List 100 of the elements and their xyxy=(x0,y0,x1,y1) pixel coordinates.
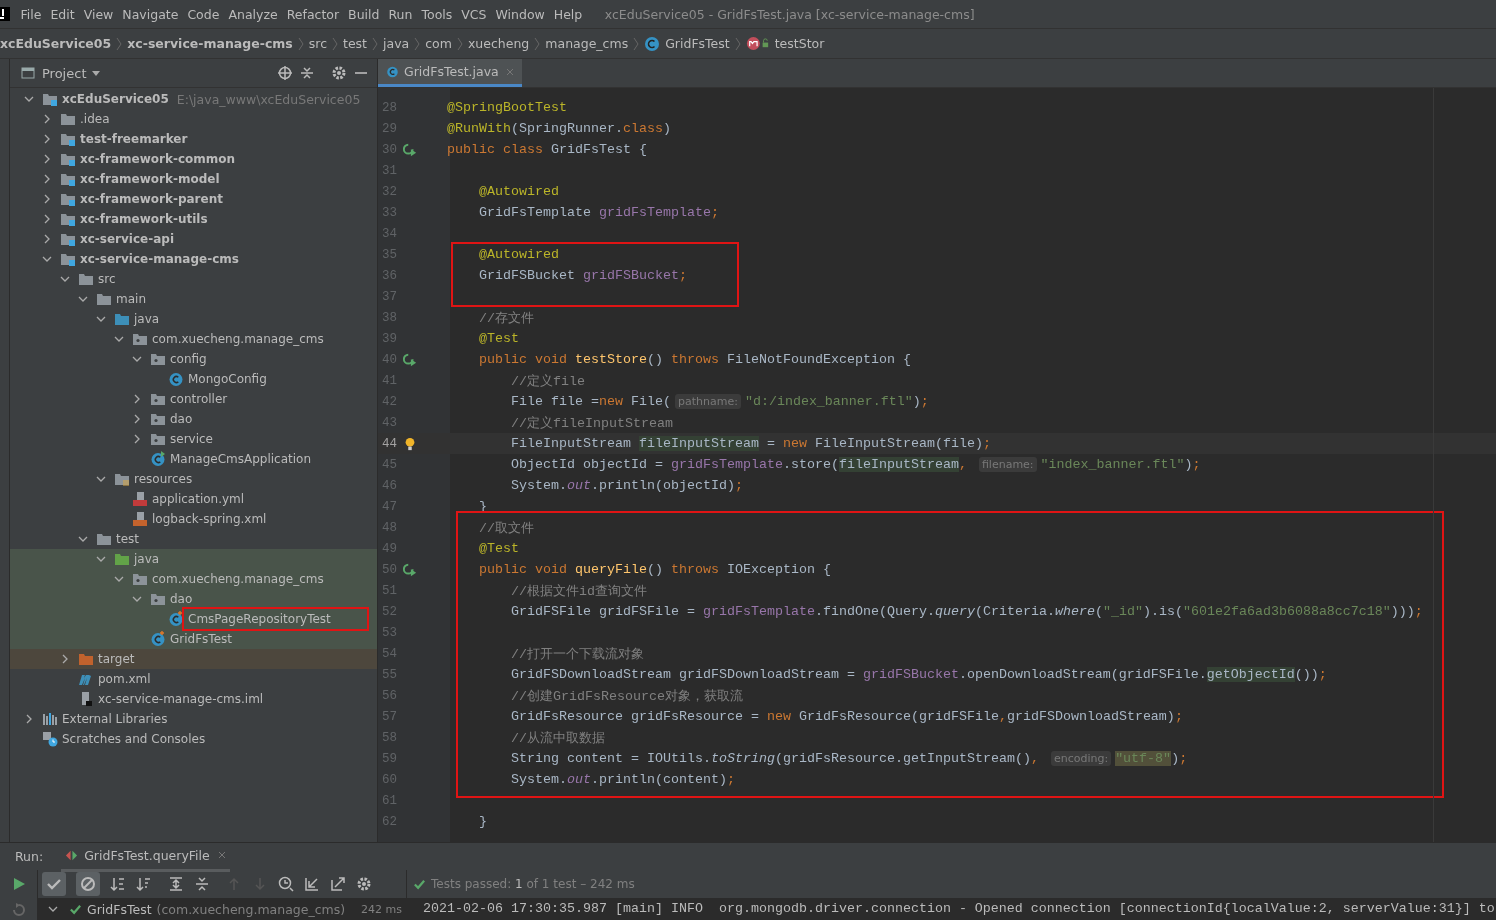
menu-item[interactable]: Help xyxy=(549,6,587,22)
tree-item[interactable]: application.yml xyxy=(150,491,247,507)
chevron-icon[interactable] xyxy=(24,94,34,104)
lightbulb-icon[interactable] xyxy=(403,436,417,451)
chevron-icon[interactable] xyxy=(60,654,70,664)
tree-item[interactable]: target xyxy=(96,651,137,667)
chevron-icon[interactable] xyxy=(132,414,142,424)
chevron-icon[interactable] xyxy=(114,574,124,584)
breadcrumb-item[interactable]: GridFsTest xyxy=(665,36,730,51)
chevron-icon[interactable] xyxy=(60,274,70,284)
tree-item[interactable]: test-freemarker xyxy=(78,131,190,147)
chevron-icon[interactable] xyxy=(114,334,124,344)
test-result[interactable]: GridFsTest xyxy=(87,901,152,917)
chevron-icon[interactable] xyxy=(96,314,106,324)
breadcrumb-item[interactable]: xuecheng xyxy=(467,36,530,51)
chevron-icon[interactable] xyxy=(42,154,52,164)
export-icon[interactable] xyxy=(330,876,346,892)
tree-item[interactable]: ManageCmsApplication xyxy=(168,451,314,467)
tree-item[interactable]: xc-service-api xyxy=(78,231,176,247)
tree-item[interactable]: main xyxy=(114,291,148,307)
sort-alpha-icon[interactable] xyxy=(110,876,126,892)
tree-item[interactable]: GridFsTest xyxy=(168,631,234,647)
chevron-icon[interactable] xyxy=(78,294,88,304)
collapse-icon[interactable] xyxy=(299,65,315,81)
menu-item[interactable]: Edit xyxy=(45,6,80,22)
tree-item[interactable]: config xyxy=(168,351,209,367)
tree-item[interactable]: logback-spring.xml xyxy=(150,511,269,527)
tree-item[interactable]: MongoConfig xyxy=(186,371,269,387)
tree-item[interactable]: .idea xyxy=(78,111,112,127)
menu-item[interactable]: Analyze xyxy=(223,6,283,22)
menu-item[interactable]: Tools xyxy=(416,6,457,22)
tree-item[interactable]: pom.xml xyxy=(96,671,153,687)
collapse-all-icon[interactable] xyxy=(194,876,210,892)
tree-item[interactable]: service xyxy=(168,431,215,447)
tree-item[interactable]: java xyxy=(132,551,162,567)
sort-duration-icon[interactable] xyxy=(136,876,152,892)
chevron-icon[interactable] xyxy=(96,474,106,484)
chevron-icon[interactable] xyxy=(48,904,58,914)
breadcrumb-item[interactable]: xcEduService05 xyxy=(0,36,112,51)
tree-item[interactable]: xc-framework-parent xyxy=(78,191,225,207)
menu-item[interactable]: File xyxy=(16,6,46,22)
tree-item[interactable]: dao xyxy=(168,411,195,427)
breadcrumb-item[interactable]: manage_cms xyxy=(545,36,629,51)
tree-item[interactable]: dao xyxy=(168,591,195,607)
tree-item[interactable]: External Libraries xyxy=(60,711,170,727)
chevron-icon[interactable] xyxy=(42,174,52,184)
tree-item[interactable]: xc-service-manage-cms xyxy=(78,251,241,267)
tree-item[interactable]: xc-framework-model xyxy=(78,171,222,187)
chevron-icon[interactable] xyxy=(78,534,88,544)
caret-icon[interactable] xyxy=(92,70,101,76)
chevron-icon[interactable] xyxy=(96,554,106,564)
run-test-icon[interactable] xyxy=(403,562,417,577)
panel-title-dropdown[interactable]: Project xyxy=(42,65,87,81)
tree-item[interactable]: xcEduService05 xyxy=(60,91,171,107)
menu-item[interactable]: Run xyxy=(384,6,417,22)
show-passed-toggle[interactable] xyxy=(42,872,66,896)
tree-item[interactable]: java xyxy=(132,311,162,327)
chevron-icon[interactable] xyxy=(132,594,142,604)
tree-item[interactable]: controller xyxy=(168,391,230,407)
menu-item[interactable]: VCS xyxy=(456,6,491,22)
run-test-icon[interactable] xyxy=(403,142,417,157)
menu-item[interactable]: View xyxy=(79,6,118,22)
chevron-icon[interactable] xyxy=(132,434,142,444)
menu-item[interactable]: Window xyxy=(491,6,550,22)
tree-item[interactable]: src xyxy=(96,271,118,287)
run-tab[interactable]: GridFsTest.queryFile xyxy=(61,841,230,872)
tree-item[interactable]: xc-framework-utils xyxy=(78,211,210,227)
chevron-icon[interactable] xyxy=(24,714,34,724)
chevron-icon[interactable] xyxy=(42,214,52,224)
chevron-icon[interactable] xyxy=(42,194,52,204)
breadcrumb-item[interactable]: java xyxy=(383,36,410,51)
chevron-icon[interactable] xyxy=(42,234,52,244)
chevron-icon[interactable] xyxy=(132,394,142,404)
breadcrumb-item[interactable]: test xyxy=(343,36,368,51)
tree-item[interactable]: xc-service-manage-cms.iml xyxy=(96,691,266,707)
tree-item[interactable]: Scratches and Consoles xyxy=(60,731,208,747)
close-icon[interactable] xyxy=(217,851,226,859)
menu-item[interactable]: Navigate xyxy=(117,6,183,22)
breadcrumb-item[interactable]: xc-service-manage-cms xyxy=(127,36,293,51)
chevron-icon[interactable] xyxy=(42,114,52,124)
menu-item[interactable]: Refactor xyxy=(282,6,344,22)
tree-item[interactable]: xc-framework-common xyxy=(78,151,238,167)
tree-item[interactable]: resources xyxy=(132,471,195,487)
menu-item[interactable]: Build xyxy=(343,6,384,22)
settings-icon[interactable] xyxy=(356,876,372,892)
chevron-icon[interactable] xyxy=(132,354,142,364)
breadcrumb-item[interactable]: src xyxy=(308,36,327,51)
breadcrumb-item[interactable]: testStor xyxy=(774,36,825,51)
tree-item[interactable]: com.xuecheng.manage_cms xyxy=(150,331,326,347)
crosshair-icon[interactable] xyxy=(277,65,293,81)
tree-item[interactable]: test xyxy=(114,531,142,547)
chevron-icon[interactable] xyxy=(42,134,52,144)
menu-item[interactable]: Code xyxy=(182,6,224,22)
breadcrumb-item[interactable]: com xyxy=(425,36,452,51)
import-icon[interactable] xyxy=(304,876,320,892)
show-ignored-toggle[interactable] xyxy=(76,872,100,896)
settings-icon[interactable] xyxy=(331,65,347,81)
editor-tab[interactable]: GridFsTest.java xyxy=(378,59,522,87)
chevron-icon[interactable] xyxy=(42,254,52,264)
run-test-icon[interactable] xyxy=(403,352,417,367)
